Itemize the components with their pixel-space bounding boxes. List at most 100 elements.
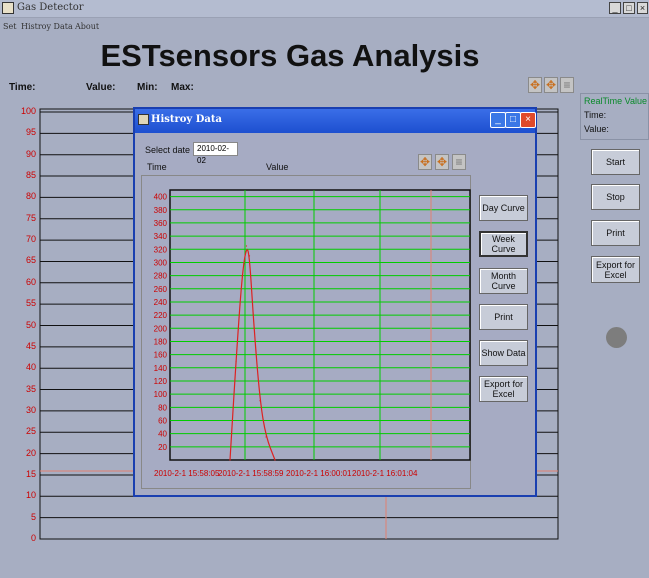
history-y-tick-label: 100	[154, 390, 168, 399]
history-chart-frame: 400 380 360 340 320 300 280 260 240 220 200 180 160 1…	[141, 175, 471, 489]
history-plot-area	[169, 189, 471, 461]
realtime-y-tick-label: 25	[25, 426, 36, 437]
value-label: Value:	[86, 82, 116, 93]
time-label: Time:	[9, 82, 36, 93]
week-curve-button[interactable]: Week Curve	[479, 231, 528, 257]
realtime-y-tick-label: 95	[25, 127, 36, 138]
dialog-zoom-icon[interactable]: ✥	[418, 154, 432, 170]
history-data-point	[229, 459, 231, 461]
show-data-button[interactable]: Show Data	[479, 340, 528, 366]
realtime-y-tick-label: 70	[25, 234, 36, 245]
dialog-close-icon[interactable]: ×	[520, 112, 536, 128]
dialog-reset-icon[interactable]: ≡	[452, 154, 466, 170]
select-date-label: Select date	[145, 145, 191, 155]
history-y-tick-label: 280	[154, 272, 168, 281]
realtime-y-tick-label: 5	[30, 511, 36, 522]
realtime-y-tick-label: 65	[25, 255, 36, 266]
realtime-value-label: Value:	[584, 124, 609, 134]
realtime-y-tick-label: 0	[30, 533, 36, 543]
realtime-title: RealTime Value	[584, 96, 648, 106]
realtime-y-tick-label: 15	[25, 468, 36, 479]
history-x-tick-label: 2010-2-1 16:01:04	[352, 469, 418, 478]
realtime-y-tick-label: 20	[25, 447, 36, 458]
history-x-tick-label: 2010-2-1 15:58:59	[218, 469, 284, 478]
realtime-y-tick-label: 10	[25, 490, 36, 501]
dialog-title: Histroy Data	[151, 114, 222, 125]
date-field[interactable]: 2010-02-02	[193, 142, 238, 165]
history-data-point	[241, 275, 243, 277]
realtime-y-tick-label: 30	[25, 404, 36, 415]
status-indicator	[606, 327, 627, 348]
realtime-y-tick-label: 75	[25, 212, 36, 223]
realtime-y-tick-label: 35	[25, 383, 36, 394]
realtime-y-tick-label: 45	[25, 340, 36, 351]
max-label: Max:	[171, 82, 194, 93]
history-data-point	[253, 327, 255, 329]
close-icon[interactable]: ×	[637, 2, 648, 14]
history-y-tick-label: 400	[154, 193, 168, 202]
start-button[interactable]: Start	[591, 149, 640, 175]
history-y-tick-label: 120	[154, 377, 168, 386]
minimize-icon[interactable]: _	[609, 2, 621, 14]
realtime-y-tick-label: 100	[20, 106, 36, 116]
history-y-tick-label: 320	[154, 245, 168, 254]
history-x-tick-label: 2010-2-1 16:00:01	[286, 469, 352, 478]
realtime-time-label: Time:	[584, 110, 607, 120]
realtime-y-tick-label: 60	[25, 276, 36, 287]
realtime-y-tick-label: 80	[25, 191, 36, 202]
history-y-tick-label: 340	[154, 232, 168, 241]
history-chart: 400 380 360 340 320 300 280 260 240 220 200 180 160 1…	[154, 189, 471, 478]
window-title: Gas Detector	[17, 2, 84, 13]
history-x-tick-label: 2010-2-1 15:58:05	[154, 469, 220, 478]
realtime-y-tick-label: 85	[25, 170, 36, 181]
history-y-tick-label: 20	[158, 443, 167, 452]
dialog-minimize-icon[interactable]: _	[490, 112, 506, 128]
history-data-point	[245, 245, 248, 247]
zoom-in-icon[interactable]: ✥	[528, 77, 542, 93]
value-column-header: Value	[266, 162, 289, 172]
history-data-point	[274, 459, 276, 461]
history-y-tick-label: 260	[154, 285, 168, 294]
title-bar	[0, 0, 649, 18]
menu-about[interactable]: About	[75, 22, 99, 31]
stop-button[interactable]: Stop	[591, 184, 640, 210]
history-dialog: Histroy Data _ □ × Select date 2010-02-0…	[133, 107, 537, 497]
history-y-tick-label: 360	[154, 219, 168, 228]
menu-history-data[interactable]: Histroy Data	[21, 22, 73, 31]
history-data-point	[259, 400, 261, 402]
min-label: Min:	[137, 82, 158, 93]
day-curve-button[interactable]: Day Curve	[479, 195, 528, 221]
reset-icon[interactable]: ≡	[560, 77, 574, 93]
dialog-pan-icon[interactable]: ✥	[435, 154, 449, 170]
app-icon	[2, 2, 14, 14]
time-column-header: Time	[147, 162, 167, 172]
history-y-tick-label: 380	[154, 206, 168, 215]
history-data-point	[248, 255, 251, 257]
dialog-export-excel-button[interactable]: Export for Excel	[479, 376, 528, 402]
export-excel-button[interactable]: Export for Excel	[591, 256, 640, 283]
history-y-tick-label: 140	[154, 364, 168, 373]
realtime-y-tick-label: 50	[25, 319, 36, 330]
history-y-tick-label: 180	[154, 337, 168, 346]
history-data-point	[235, 360, 237, 362]
history-y-tick-label: 160	[154, 351, 168, 360]
print-button[interactable]: Print	[591, 220, 640, 246]
history-y-tick-label: 200	[154, 324, 168, 333]
history-data-point	[265, 436, 267, 438]
history-y-tick-label: 80	[158, 403, 167, 412]
history-y-tick-label: 300	[154, 258, 168, 267]
history-y-tick-label: 220	[154, 311, 168, 320]
pan-icon[interactable]: ✥	[544, 77, 558, 93]
realtime-y-tick-label: 40	[25, 362, 36, 373]
dialog-maximize-icon[interactable]: □	[505, 112, 521, 128]
history-y-tick-label: 40	[158, 430, 167, 439]
realtime-y-tick-label: 55	[25, 298, 36, 309]
realtime-y-tick-label: 90	[25, 148, 36, 159]
dialog-print-button[interactable]: Print	[479, 304, 528, 330]
maximize-icon[interactable]: □	[623, 2, 635, 14]
history-y-tick-label: 60	[158, 416, 167, 425]
dialog-app-icon	[138, 114, 149, 125]
month-curve-button[interactable]: Month Curve	[479, 268, 528, 294]
menu-set[interactable]: Set	[3, 22, 16, 31]
history-y-tick-label: 240	[154, 298, 168, 307]
